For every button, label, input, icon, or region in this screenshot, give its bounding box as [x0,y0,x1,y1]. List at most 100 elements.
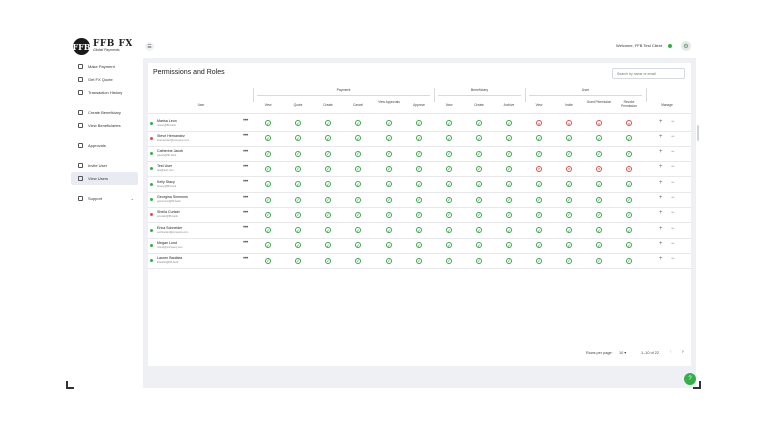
settings-button[interactable]: ⚙ [681,41,691,51]
rows-per-page-select[interactable]: 10 ▾ [619,350,626,355]
row-actions-button[interactable]: ••• [243,256,248,262]
permission-granted-icon[interactable]: ✓ [596,196,602,203]
column-header-create[interactable]: Create [466,103,492,108]
grant-permission-button[interactable]: + [659,195,663,201]
permission-granted-icon[interactable]: ✓ [506,211,512,218]
sidebar-item-create-beneficiary[interactable]: Create Beneficiary [71,106,138,119]
next-page-button[interactable]: › [682,349,684,355]
permission-granted-icon[interactable]: ✓ [265,196,271,203]
permission-granted-icon[interactable]: ✓ [386,150,392,157]
permission-granted-icon[interactable]: ✓ [295,150,301,157]
permission-granted-icon[interactable]: ✓ [446,211,452,218]
column-header-view[interactable]: View [526,103,552,108]
permission-granted-icon[interactable]: ✓ [265,120,271,126]
brand-logo[interactable]: FFB FFB FX Global Payments [72,38,133,55]
permission-granted-icon[interactable]: ✓ [506,150,512,157]
permission-granted-icon[interactable]: ✓ [325,150,331,157]
permission-granted-icon[interactable]: ✓ [566,257,572,264]
permission-granted-icon[interactable]: ✓ [506,257,512,264]
permission-granted-icon[interactable]: ✓ [325,196,331,203]
permission-denied-icon[interactable]: × [596,120,602,126]
sidebar-item-approvals[interactable]: Approvals [71,139,138,152]
row-actions-button[interactable]: ••• [243,240,248,246]
permission-denied-icon[interactable]: × [626,165,632,172]
permission-granted-icon[interactable]: ✓ [355,120,361,126]
column-header-invite[interactable]: Invite [556,103,582,108]
permission-granted-icon[interactable]: ✓ [265,257,271,264]
permission-granted-icon[interactable]: ✓ [325,257,331,264]
permission-granted-icon[interactable]: ✓ [626,257,632,264]
permission-granted-icon[interactable]: ✓ [596,150,602,157]
permission-granted-icon[interactable]: ✓ [355,150,361,157]
permission-granted-icon[interactable]: ✓ [265,150,271,157]
permission-granted-icon[interactable]: ✓ [295,196,301,203]
column-header-create[interactable]: Create [315,103,341,108]
permission-granted-icon[interactable]: ✓ [295,257,301,264]
previous-page-button[interactable]: ‹ [670,349,672,355]
column-header-view[interactable]: View [255,103,281,108]
column-header-quote[interactable]: Quote [285,103,311,108]
permission-granted-icon[interactable]: ✓ [295,211,301,218]
revoke-permission-button[interactable]: − [671,195,675,201]
revoke-permission-button[interactable]: − [671,241,675,247]
permission-denied-icon[interactable]: × [566,120,572,126]
permission-granted-icon[interactable]: ✓ [386,211,392,218]
grant-permission-button[interactable]: + [659,149,663,155]
permission-granted-icon[interactable]: ✓ [446,150,452,157]
revoke-permission-button[interactable]: − [671,256,675,262]
sidebar-item-support[interactable]: Support ⌄ [71,192,138,205]
column-header-cancel[interactable]: Cancel [345,103,371,108]
column-header-view[interactable]: View [436,103,462,108]
permission-granted-icon[interactable]: ✓ [566,150,572,157]
column-header-archive[interactable]: Archive [496,103,522,108]
permission-granted-icon[interactable]: ✓ [536,257,542,264]
permission-granted-icon[interactable]: ✓ [566,211,572,218]
permission-granted-icon[interactable]: ✓ [446,196,452,203]
permission-granted-icon[interactable]: ✓ [265,211,271,218]
permission-denied-icon[interactable]: × [536,120,542,126]
permission-granted-icon[interactable]: ✓ [416,150,422,157]
revoke-permission-button[interactable]: − [671,180,675,186]
revoke-permission-button[interactable]: − [671,119,675,125]
revoke-permission-button[interactable]: − [671,164,675,170]
permission-granted-icon[interactable]: ✓ [476,211,482,218]
permission-granted-icon[interactable]: ✓ [626,196,632,203]
permission-granted-icon[interactable]: ✓ [446,165,452,172]
permission-denied-icon[interactable]: × [566,165,572,172]
column-header-view-approvals[interactable]: View Approvals [376,100,402,105]
permission-granted-icon[interactable]: ✓ [325,165,331,172]
permission-granted-icon[interactable]: ✓ [355,196,361,203]
row-actions-button[interactable]: ••• [243,149,248,155]
permission-granted-icon[interactable]: ✓ [295,120,301,126]
sidebar-item-get-fx-quote[interactable]: Get FX Quote [71,73,138,86]
permission-granted-icon[interactable]: ✓ [626,211,632,218]
sidebar-item-invite-user[interactable]: Invite User [71,159,138,172]
permission-granted-icon[interactable]: ✓ [416,120,422,126]
grant-permission-button[interactable]: + [659,180,663,186]
permission-granted-icon[interactable]: ✓ [476,150,482,157]
search-input[interactable] [612,68,685,79]
permission-granted-icon[interactable]: ✓ [566,196,572,203]
permission-granted-icon[interactable]: ✓ [506,120,512,126]
permission-granted-icon[interactable]: ✓ [265,165,271,172]
permission-granted-icon[interactable]: ✓ [506,196,512,203]
permission-granted-icon[interactable]: ✓ [325,120,331,126]
permission-granted-icon[interactable]: ✓ [386,165,392,172]
permission-granted-icon[interactable]: ✓ [596,211,602,218]
permission-granted-icon[interactable]: ✓ [596,257,602,264]
column-header-grant-permission[interactable]: Grant Permission [586,100,612,105]
grant-permission-button[interactable]: + [659,241,663,247]
permission-granted-icon[interactable]: ✓ [476,196,482,203]
permission-granted-icon[interactable]: ✓ [416,165,422,172]
permission-granted-icon[interactable]: ✓ [536,150,542,157]
menu-toggle-button[interactable]: ☰ [145,42,154,51]
table-scrollbar[interactable] [697,125,699,141]
row-actions-button[interactable]: ••• [243,195,248,201]
column-header-approve[interactable]: Approve [406,103,432,108]
permission-granted-icon[interactable]: ✓ [416,257,422,264]
sidebar-item-make-payment[interactable]: Make Payment [71,60,138,73]
grant-permission-button[interactable]: + [659,226,663,232]
permission-granted-icon[interactable]: ✓ [476,257,482,264]
column-header-revoke-permission[interactable]: Revoke Permission [616,100,642,108]
row-actions-button[interactable]: ••• [243,179,248,185]
